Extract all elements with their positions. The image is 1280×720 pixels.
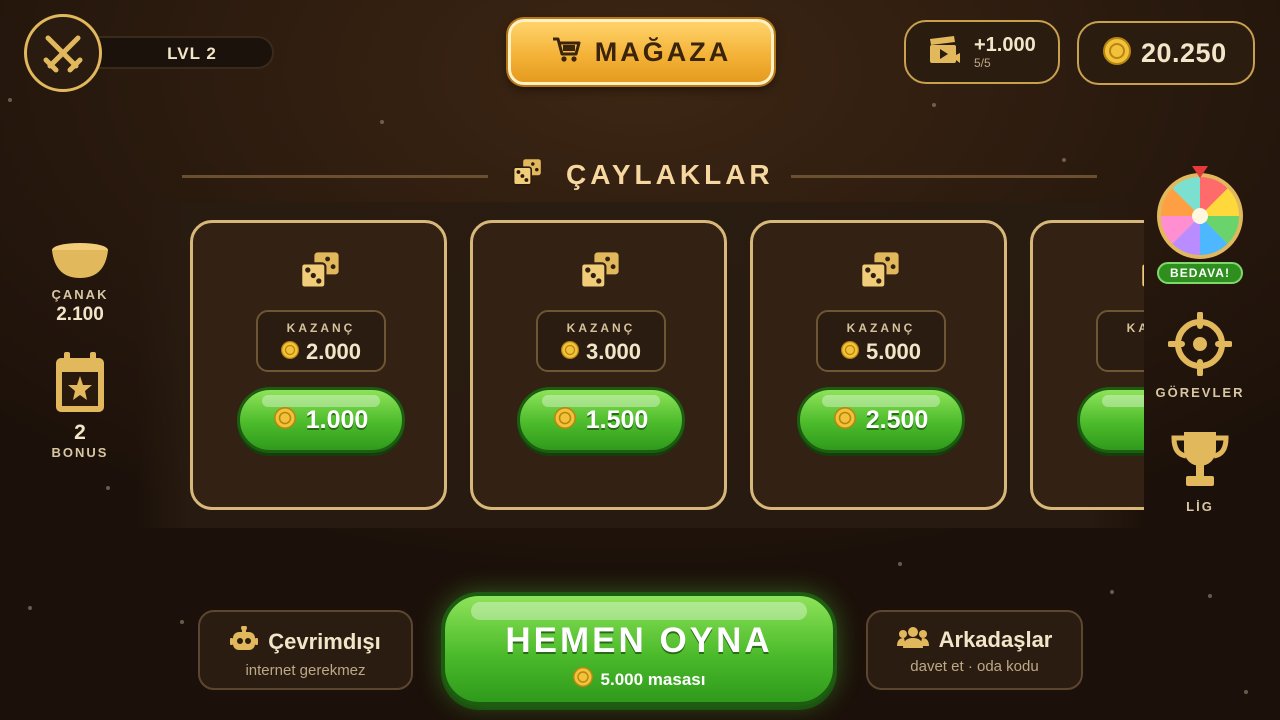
reward-amount: +1.000 — [974, 34, 1036, 56]
fortune-wheel-button[interactable] — [1154, 166, 1246, 265]
buy-in-value: 1.000 — [305, 405, 369, 434]
dice-icon — [579, 249, 623, 296]
free-spin-badge: BEDAVA! — [1157, 262, 1243, 284]
section-divider-right — [791, 175, 1097, 178]
coin-balance-value: 20.250 — [1141, 37, 1227, 68]
dice-icon — [512, 157, 544, 192]
buy-in-button[interactable]: 2.500 — [797, 387, 965, 453]
pot-icon — [52, 243, 108, 278]
dice-icon — [859, 249, 903, 296]
reward-count: 5/5 — [974, 56, 991, 70]
offline-subtitle: internet gerekmez — [245, 662, 366, 679]
win-value: 5.000 — [865, 339, 922, 364]
crosshair-icon — [1167, 311, 1233, 377]
win-label: KAZANÇ — [1126, 321, 1144, 335]
clapperboard-icon — [928, 35, 962, 70]
background-star — [106, 486, 110, 490]
coin-icon — [840, 339, 859, 365]
play-now-subtitle: 5.000 masası — [600, 669, 706, 689]
friends-subtitle: davet et · oda kodu — [910, 658, 1039, 675]
video-reward-button[interactable]: +1.000 5/5 — [904, 20, 1060, 84]
background-star — [1062, 158, 1066, 162]
table-card[interactable]: KAZANÇ 5.000 2.500 — [750, 220, 1007, 510]
background-star — [1244, 690, 1248, 694]
background-star — [8, 98, 12, 102]
friends-title: Arkadaşlar — [938, 627, 1053, 652]
buy-in-value: 1.500 — [585, 405, 649, 434]
section-header: ÇAYLAKLAR — [512, 157, 774, 192]
win-value: 3.000 — [585, 339, 642, 364]
league-label: LİG — [1186, 499, 1214, 514]
level-indicator[interactable]: LVL 2 — [24, 14, 274, 92]
missions-button[interactable]: GÖREVLER — [1150, 311, 1250, 400]
pot-indicator[interactable]: ÇANAK 2.100 — [44, 240, 116, 326]
buy-in-value: 2.500 — [865, 405, 929, 434]
coin-icon — [553, 406, 576, 434]
background-star — [898, 562, 902, 566]
table-carousel[interactable]: KAZANÇ 2.000 1.000 KAZANÇ 3.000 1.500 KA… — [137, 202, 1144, 528]
table-card[interactable]: KAZANÇ 2.000 1.000 — [190, 220, 447, 510]
pot-value: 2.100 — [56, 304, 104, 325]
offline-title: Çevrimdışı — [268, 629, 381, 654]
coin-icon — [273, 406, 296, 434]
win-label: KAZANÇ — [566, 321, 636, 335]
crossed-swords-icon — [24, 14, 102, 92]
win-box: KAZANÇ 5.000 — [816, 310, 946, 372]
coin-icon — [1103, 36, 1131, 70]
bonus-label: BONUS — [51, 445, 109, 460]
section-title: ÇAYLAKLAR — [566, 158, 774, 190]
section-divider-left — [182, 175, 488, 178]
win-value: 2.000 — [305, 339, 362, 364]
friends-button[interactable]: Arkadaşlar davet et · oda kodu — [866, 610, 1083, 690]
win-box: KAZANÇ 3.000 — [536, 310, 666, 372]
level-label: LVL 2 — [167, 44, 217, 63]
table-card[interactable]: KAZANÇ — [1030, 220, 1144, 510]
level-bar: LVL 2 — [82, 36, 274, 69]
robot-icon — [230, 625, 259, 658]
coin-icon — [833, 406, 856, 434]
store-label: MAĞAZA — [594, 36, 732, 67]
missions-label: GÖREVLER — [1155, 385, 1245, 400]
league-button[interactable]: LİG — [1160, 428, 1240, 514]
dice-icon — [1139, 249, 1144, 296]
background-star — [1208, 594, 1212, 598]
coin-icon — [280, 339, 299, 365]
win-box: KAZANÇ 2.000 — [256, 310, 386, 372]
buy-in-button[interactable]: 1.500 — [517, 387, 685, 453]
coin-icon — [572, 667, 593, 692]
background-star — [380, 120, 384, 124]
pot-label: ÇANAK — [51, 287, 109, 302]
background-star — [1110, 590, 1114, 594]
background-star — [932, 103, 936, 107]
offline-button[interactable]: Çevrimdışı internet gerekmez — [198, 610, 413, 690]
fortune-wheel-icon — [1157, 166, 1243, 259]
background-star — [180, 620, 184, 624]
table-card[interactable]: KAZANÇ 3.000 1.500 — [470, 220, 727, 510]
coin-balance[interactable]: 20.250 — [1077, 21, 1255, 85]
bonus-indicator[interactable]: 2 BONUS — [44, 350, 116, 460]
friends-icon — [896, 626, 929, 654]
win-label: KAZANÇ — [846, 321, 916, 335]
background-star — [28, 606, 32, 610]
play-now-button[interactable]: HEMEN OYNA 5.000 masası — [441, 592, 837, 706]
calendar-star-icon — [56, 352, 104, 412]
cart-icon — [551, 36, 581, 69]
buy-in-button[interactable] — [1077, 387, 1144, 453]
play-now-title: HEMEN OYNA — [505, 621, 773, 660]
dice-icon — [299, 249, 343, 296]
win-label: KAZANÇ — [286, 321, 356, 335]
buy-in-button[interactable]: 1.000 — [237, 387, 405, 453]
bonus-count: 2 — [74, 421, 86, 444]
trophy-icon — [1171, 432, 1229, 486]
store-button[interactable]: MAĞAZA — [508, 19, 774, 85]
coin-icon — [560, 339, 579, 365]
win-box: KAZANÇ — [1096, 310, 1144, 372]
